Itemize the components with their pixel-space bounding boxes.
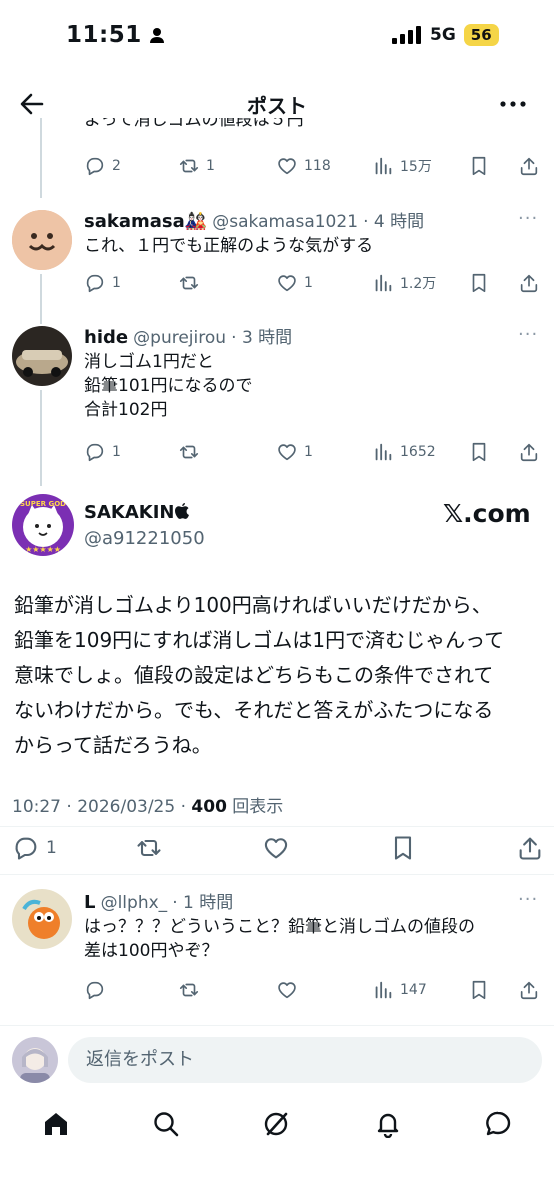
author-handle[interactable]: @sakamasa1021 — [212, 212, 358, 232]
notifications-icon[interactable] — [374, 1110, 402, 1138]
reply-button[interactable]: 2 — [84, 155, 121, 177]
share-button[interactable] — [518, 155, 546, 177]
views-button[interactable]: 15万 — [372, 155, 432, 177]
post-more-icon[interactable]: ··· — [518, 324, 538, 345]
back-arrow-icon[interactable] — [18, 90, 46, 118]
repost-button[interactable] — [135, 834, 169, 862]
share-button[interactable] — [518, 979, 546, 1001]
thread-line — [40, 274, 42, 324]
home-icon[interactable] — [42, 1110, 70, 1138]
post-more-icon[interactable]: ··· — [518, 208, 538, 229]
reply-text: はっ？？？どういうこと？鉛筆と消しゴムの値段の 差は100円やぞ？ — [84, 917, 475, 961]
bookmark-button[interactable] — [468, 155, 496, 177]
page-title: ポスト — [247, 94, 307, 118]
repost-button[interactable] — [178, 441, 206, 463]
apple-logo-icon — [175, 503, 190, 519]
reply-text: 消しゴム1円だと 鉛筆101円になるので 合計102円 — [84, 352, 253, 420]
views-button[interactable]: 1.2万 — [372, 272, 436, 294]
divider — [0, 826, 554, 827]
author-handle[interactable]: @llphx_ — [101, 893, 168, 913]
like-button[interactable] — [262, 834, 296, 862]
reply-button[interactable] — [84, 979, 112, 1001]
avatar[interactable] — [12, 210, 72, 270]
bookmark-button[interactable] — [468, 272, 496, 294]
thread-line — [40, 390, 42, 486]
status-time: 11:51 — [66, 22, 165, 48]
share-button[interactable] — [516, 834, 550, 862]
author-name[interactable]: hide — [84, 327, 128, 348]
repost-button[interactable] — [178, 979, 206, 1001]
messages-icon[interactable] — [484, 1110, 512, 1138]
post-time: · 4 時間 — [363, 212, 425, 232]
post-text: 鉛筆が消しゴムより100円高ければいいだけだから、 鉛筆を109円にすれば消しゴ… — [14, 593, 505, 757]
views-button[interactable]: 147 — [372, 979, 427, 1001]
views-button[interactable]: 1652 — [372, 441, 436, 463]
grok-icon[interactable] — [262, 1110, 290, 1138]
divider — [0, 1025, 554, 1026]
avatar-badge-text: SUPER GOD — [20, 500, 66, 508]
reply-header: hide @purejirou · 3 時間 — [84, 323, 292, 348]
bookmark-button[interactable] — [468, 979, 496, 1001]
author-handle[interactable]: @purejirou — [133, 328, 226, 348]
author-name[interactable]: SAKAKIN — [84, 502, 190, 523]
author-handle[interactable]: @a91221050 — [84, 528, 205, 549]
reply-header: L @llphx_ · 1 時間 — [84, 888, 233, 913]
share-button[interactable] — [518, 441, 546, 463]
repost-button[interactable]: 1 — [178, 155, 215, 177]
post-timestamp: 10:27 · 2026/03/25 · 400 回表示 — [12, 797, 284, 817]
bookmark-button[interactable] — [468, 441, 496, 463]
post-time: · 3 時間 — [231, 328, 293, 348]
reply-button[interactable]: 1 — [12, 834, 57, 862]
status-indicators: 5G 56 — [392, 24, 499, 46]
my-avatar[interactable] — [12, 1037, 58, 1083]
bookmark-button[interactable] — [389, 834, 423, 862]
avatar[interactable] — [12, 326, 72, 386]
like-button[interactable]: 1 — [276, 272, 313, 294]
avatar[interactable] — [12, 889, 72, 949]
network-label: 5G — [430, 25, 456, 45]
like-button[interactable]: 118 — [276, 155, 331, 177]
reply-button[interactable]: 1 — [84, 272, 121, 294]
divider — [0, 874, 554, 875]
reply-compose-input[interactable]: 返信をポスト — [68, 1037, 542, 1083]
search-icon[interactable] — [152, 1110, 180, 1138]
reply-header: sakamasa🎎 @sakamasa1021 · 4 時間 — [84, 207, 424, 232]
post-more-icon[interactable]: ··· — [518, 889, 538, 910]
signal-icon — [392, 26, 421, 44]
avatar[interactable]: SUPER GOD ★★★★★ — [12, 494, 74, 556]
share-button[interactable] — [518, 272, 546, 294]
svg-text:★★★★★: ★★★★★ — [25, 545, 61, 554]
author-name[interactable]: L — [84, 892, 95, 913]
views-count: 400 — [191, 797, 227, 817]
like-button[interactable] — [276, 979, 304, 1001]
more-options-icon[interactable] — [498, 92, 528, 116]
repost-button[interactable] — [178, 272, 206, 294]
thread-line — [40, 118, 42, 198]
reply-text: これ、１円でも正解のような気がする — [84, 236, 374, 256]
source-watermark: 𝕏.com — [443, 499, 531, 528]
author-name[interactable]: sakamasa🎎 — [84, 211, 207, 232]
reply-button[interactable]: 1 — [84, 441, 121, 463]
person-icon — [150, 28, 165, 43]
post-time: · 1 時間 — [172, 893, 234, 913]
previous-post-fragment: よって消しゴムの値段は５円 — [84, 118, 304, 130]
like-button[interactable]: 1 — [276, 441, 313, 463]
battery-indicator: 56 — [463, 24, 499, 46]
